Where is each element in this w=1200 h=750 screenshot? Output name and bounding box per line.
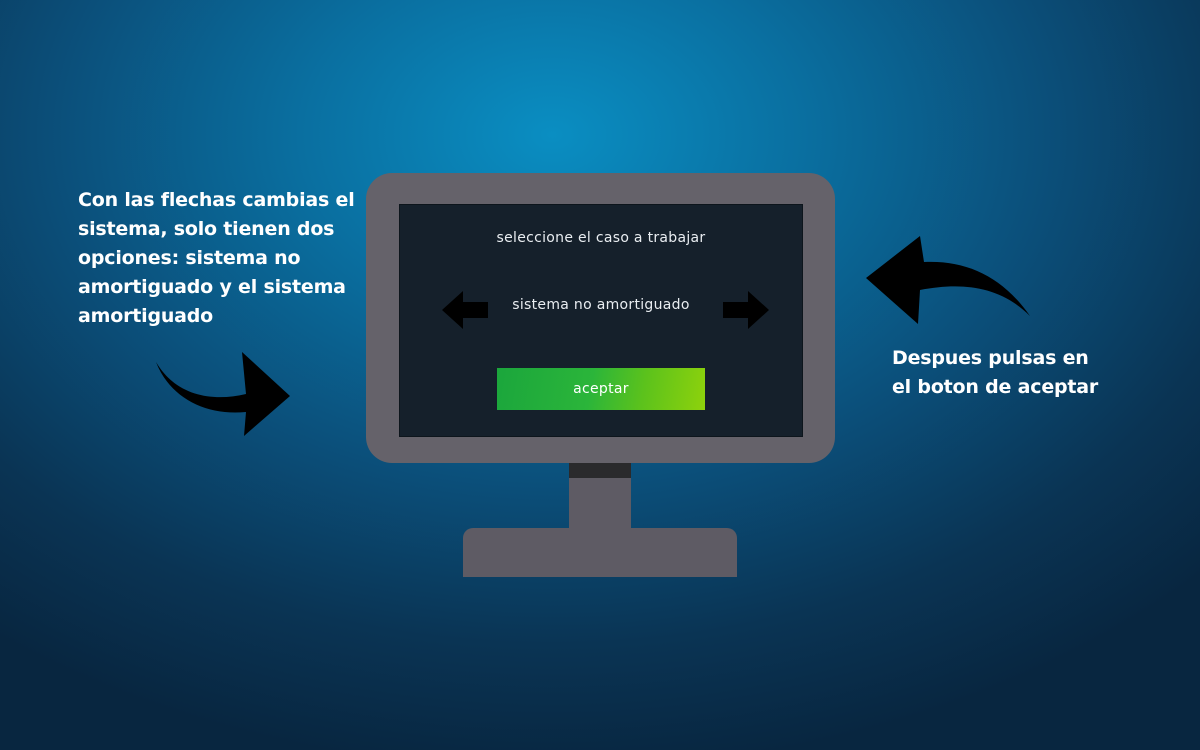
curved-arrow-right-icon bbox=[156, 352, 290, 436]
right-note-line-1: Despues pulsas en bbox=[892, 347, 1089, 369]
tutorial-scene: Con las flechas cambias el sistema, solo… bbox=[0, 0, 1200, 750]
monitor-neck-cap bbox=[569, 463, 631, 478]
monitor-base bbox=[463, 528, 737, 577]
left-note-line-1: Con las flechas cambias el bbox=[78, 189, 355, 211]
monitor-screen: seleccione el caso a trabajar sistema no… bbox=[399, 204, 803, 437]
option-selector: sistema no amortiguado bbox=[399, 288, 803, 329]
accept-button[interactable]: aceptar bbox=[497, 368, 705, 410]
right-note-line-2: el boton de aceptar bbox=[892, 376, 1099, 398]
right-instruction-note: Despues pulsas en el boton de aceptar bbox=[892, 344, 1132, 402]
left-note-line-4: amortiguado y el sistema bbox=[78, 276, 346, 298]
screen-title: seleccione el caso a trabajar bbox=[496, 230, 706, 246]
left-note-line-2: sistema, solo tienen dos bbox=[78, 218, 335, 240]
curved-arrow-left-icon bbox=[866, 236, 1030, 324]
monitor-neck bbox=[569, 478, 631, 530]
left-note-line-3: opciones: sistema no bbox=[78, 247, 301, 269]
left-instruction-note: Con las flechas cambias el sistema, solo… bbox=[78, 186, 368, 331]
arrow-right-icon[interactable] bbox=[723, 291, 769, 329]
left-note-line-5: amortiguado bbox=[78, 305, 214, 327]
